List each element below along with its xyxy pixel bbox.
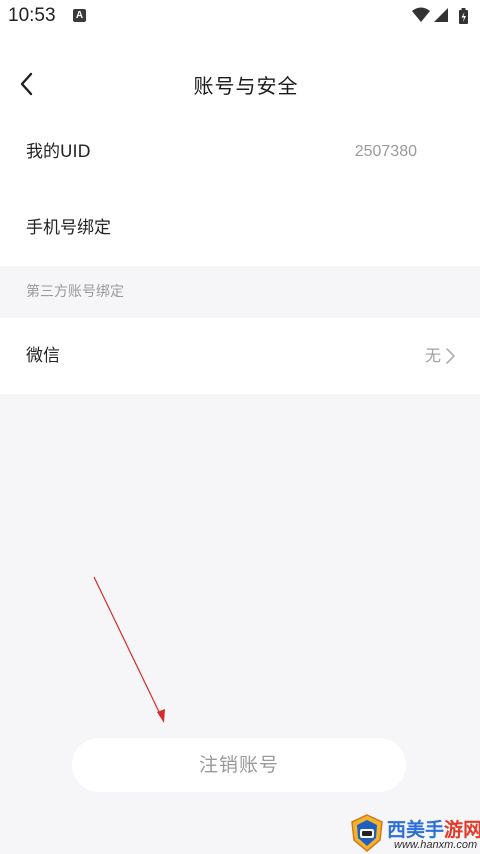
phone-binding-row[interactable]: 手机号绑定 xyxy=(0,190,480,266)
uid-label: 我的UID xyxy=(26,142,91,162)
battery-icon xyxy=(459,8,468,24)
notification-icon: A xyxy=(73,9,86,22)
watermark-char: 美 xyxy=(406,819,426,841)
watermark-char: 手 xyxy=(425,819,445,841)
wifi-icon xyxy=(412,7,430,22)
deactivate-account-button[interactable]: 注销账号 xyxy=(72,738,406,792)
status-bar: 10:53 A xyxy=(0,0,480,34)
deactivate-account-label: 注销账号 xyxy=(198,754,279,776)
watermark-title: 西美手游网 xyxy=(387,815,480,842)
page-title: 账号与安全 xyxy=(193,74,299,98)
phone-binding-label: 手机号绑定 xyxy=(26,218,111,238)
watermark: 西美手游网 www.hanxm.com xyxy=(346,812,480,854)
watermark-char: 西 xyxy=(387,819,407,841)
wechat-label: 微信 xyxy=(26,346,60,366)
section-label: 第三方账号绑定 xyxy=(26,284,124,300)
arrow-pointer-icon xyxy=(93,576,165,723)
logo-badge-icon xyxy=(351,814,383,852)
third-party-section: 第三方账号绑定 xyxy=(0,266,480,318)
wechat-value: 无 xyxy=(424,346,441,365)
signal-icon xyxy=(434,8,448,22)
status-time: 10:53 xyxy=(8,5,56,26)
watermark-url: www.hanxm.com xyxy=(394,839,478,851)
wechat-row[interactable]: 微信 无 xyxy=(0,318,480,394)
watermark-char: 网 xyxy=(463,819,480,841)
uid-value: 2507380 xyxy=(354,143,417,160)
uid-row: 我的UID 2507380 xyxy=(0,114,480,190)
chevron-right-icon xyxy=(446,348,455,364)
watermark-char: 游 xyxy=(444,819,464,841)
status-icons xyxy=(410,6,472,26)
